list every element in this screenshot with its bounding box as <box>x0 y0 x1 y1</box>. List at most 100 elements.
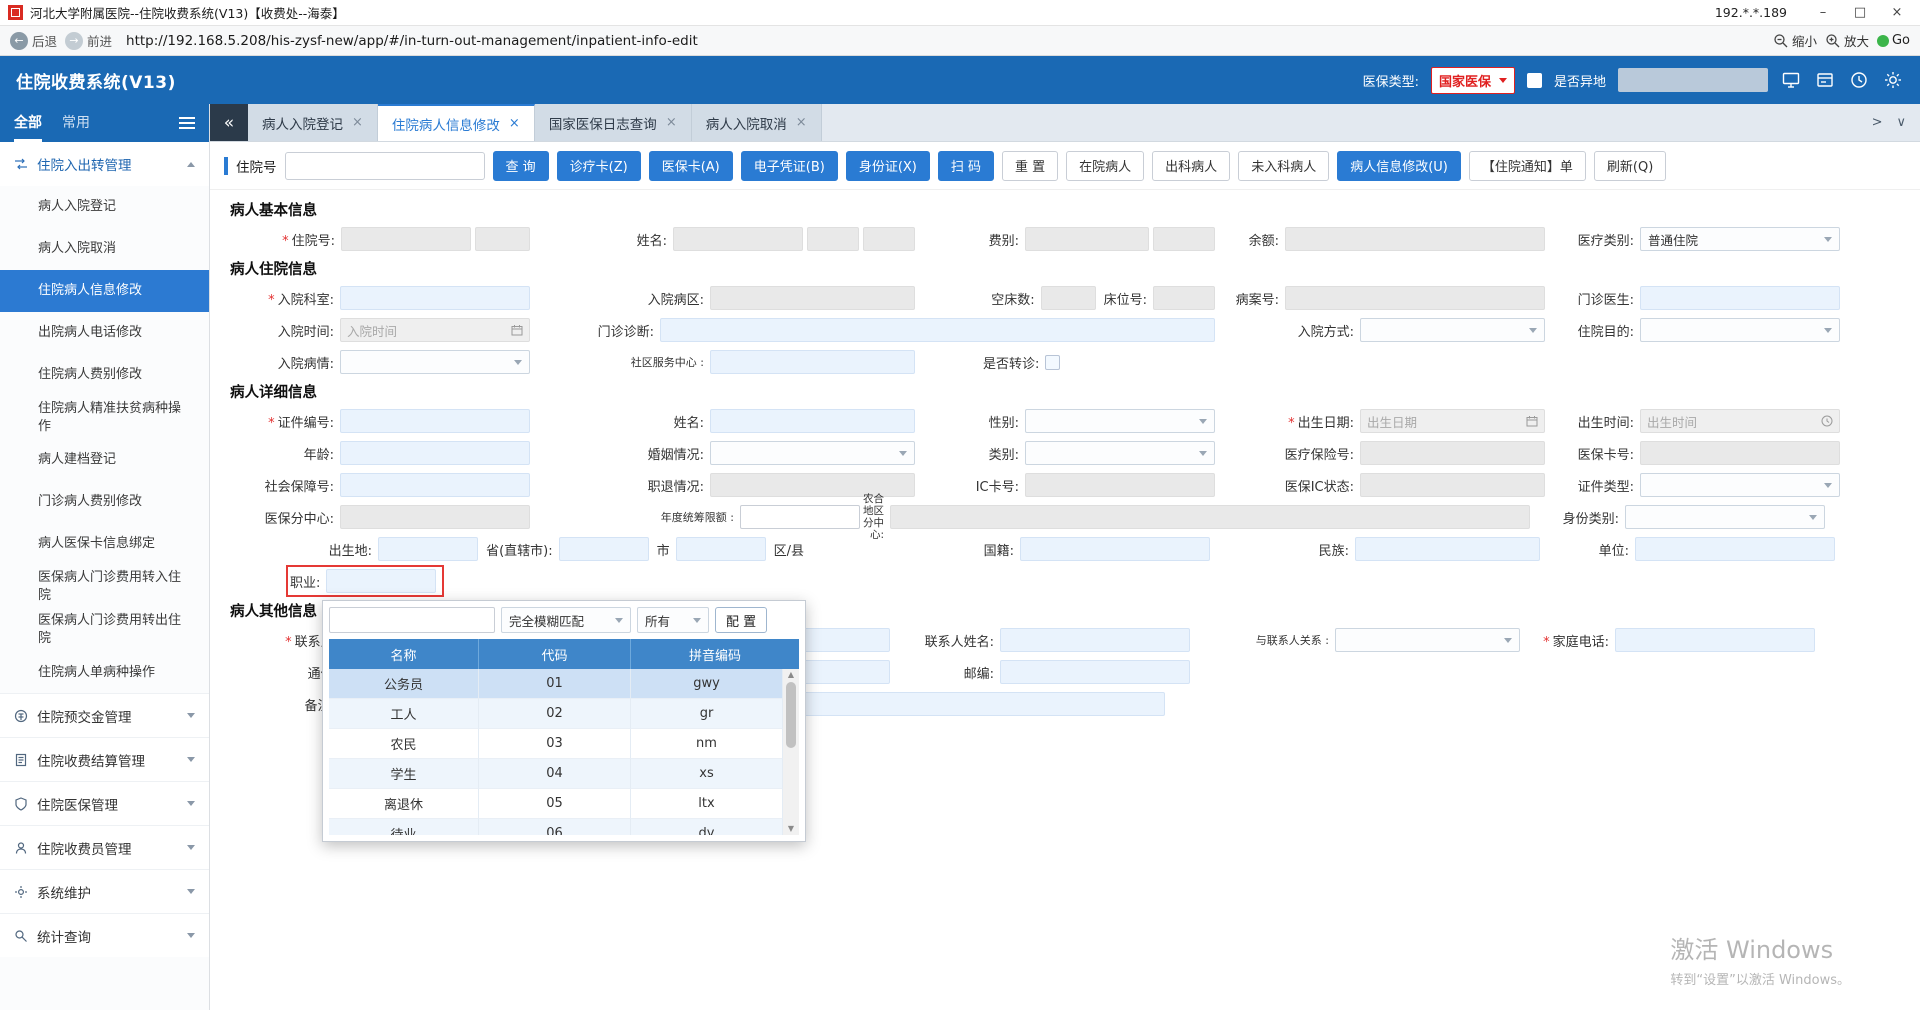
tab-insurance-log-query[interactable]: 国家医保日志查询 × <box>534 104 692 141</box>
clinic-card-button[interactable]: 诊疗卡(Z) <box>556 150 641 181</box>
sidebar-group-deposit-mgmt[interactable]: 住院预交金管理 <box>0 693 209 738</box>
insurance-no-field[interactable] <box>1360 441 1545 465</box>
patient-info-edit-button[interactable]: 病人信息修改(U) <box>1337 150 1461 181</box>
occupation-row[interactable]: 待业06dy <box>329 819 783 835</box>
column-header-code[interactable]: 代码 <box>479 639 631 669</box>
occupation-field[interactable] <box>326 569 437 593</box>
balance-field[interactable] <box>1285 227 1545 251</box>
sidebar-group-system-maintenance[interactable]: 系统维护 <box>0 869 209 914</box>
document-icon[interactable] <box>1814 69 1836 91</box>
nationality-field[interactable] <box>1020 537 1210 561</box>
insurance-type-select[interactable]: 国家医保 <box>1430 66 1515 94</box>
empty-beds-field[interactable] <box>1040 286 1096 310</box>
tab-admission-register[interactable]: 病人入院登记 × <box>248 104 378 141</box>
birth-place-field[interactable] <box>378 537 479 561</box>
tab-list-icon[interactable]: ∨ <box>1896 115 1906 130</box>
e-certificate-button[interactable]: 电子凭证(B) <box>740 150 838 181</box>
postcode-field[interactable] <box>1000 660 1190 684</box>
admit-condition-select[interactable] <box>340 350 530 374</box>
filter-select[interactable]: 所有 <box>637 607 709 633</box>
minimize-button[interactable]: – <box>1808 5 1838 20</box>
column-header-pinyin[interactable]: 拼音编码 <box>631 639 799 669</box>
header-input[interactable] <box>1618 68 1768 92</box>
sidebar-item-discharge-phone-edit[interactable]: 出院病人电话修改 <box>0 312 209 354</box>
occupation-row[interactable]: 公务员 01 gwy <box>329 669 783 699</box>
sidebar-item-insurance-card-bind[interactable]: 病人医保卡信息绑定 <box>0 523 209 565</box>
column-header-name[interactable]: 名称 <box>329 639 479 669</box>
in-hospital-patients-button[interactable]: 在院病人 <box>1066 150 1145 181</box>
id-card-button[interactable]: 身份证(X) <box>845 150 930 181</box>
admission-notice-button[interactable]: 【住院通知】单 <box>1468 150 1586 181</box>
unit-field[interactable] <box>1635 537 1835 561</box>
sidebar-group-statistics-query[interactable]: 统计查询 <box>0 913 209 958</box>
sidebar-item-poverty-assist-op[interactable]: 住院病人精准扶贫病种操作 <box>0 396 209 439</box>
sidebar-group-settlement-mgmt[interactable]: 住院收费结算管理 <box>0 737 209 782</box>
match-mode-select[interactable]: 完全模糊匹配 <box>501 607 631 633</box>
age-field[interactable] <box>340 441 530 465</box>
sidebar-item-patient-record-register[interactable]: 病人建档登记 <box>0 439 209 481</box>
popup-scrollbar[interactable]: ▲ ▼ <box>783 669 799 835</box>
not-in-dept-patients-button[interactable]: 未入科病人 <box>1238 150 1330 181</box>
annual-limit-field[interactable] <box>740 505 860 529</box>
fee-type-field[interactable] <box>1025 227 1149 251</box>
ethnicity-field[interactable] <box>1355 537 1540 561</box>
birth-date-field[interactable]: 出生日期 <box>1360 409 1545 433</box>
close-tab-icon[interactable]: × <box>509 116 520 131</box>
close-button[interactable]: × <box>1882 5 1912 20</box>
close-tab-icon[interactable]: × <box>666 115 677 130</box>
contact-name-field[interactable] <box>1000 628 1190 652</box>
identity-type-select[interactable] <box>1625 505 1825 529</box>
community-center-field[interactable] <box>710 350 915 374</box>
remote-checkbox[interactable] <box>1526 72 1542 88</box>
sidebar-item-admission-cancel[interactable]: 病人入院取消 <box>0 228 209 270</box>
history-icon[interactable] <box>1848 69 1870 91</box>
refresh-button[interactable]: 刷新(Q) <box>1593 150 1667 181</box>
workstation-icon[interactable] <box>1780 69 1802 91</box>
patient-name-sub1-field[interactable] <box>807 227 859 251</box>
gender-select[interactable] <box>1025 409 1215 433</box>
sidebar-item-outpatient-fee-transfer-out[interactable]: 医保病人门诊费用转出住院 <box>0 608 209 651</box>
reset-button[interactable]: 重 置 <box>1002 150 1059 181</box>
tab-inpatient-info-edit[interactable]: 住院病人信息修改 × <box>377 104 535 141</box>
zoom-in-button[interactable]: 放大 <box>1825 31 1869 50</box>
occupation-row[interactable]: 学生 04 xs <box>329 759 783 789</box>
social-security-no-field[interactable] <box>340 473 530 497</box>
outpatient-doctor-field[interactable] <box>1640 286 1840 310</box>
birth-time-field[interactable]: 出生时间 <box>1640 409 1840 433</box>
url-text[interactable]: http://192.168.5.208/his-zysf-new/app/#/… <box>126 33 1765 49</box>
case-no-field[interactable] <box>1285 286 1545 310</box>
sidebar-item-single-disease-op[interactable]: 住院病人单病种操作 <box>0 651 209 693</box>
sidebar-item-outpatient-fee-edit[interactable]: 门诊病人费别修改 <box>0 481 209 523</box>
insurance-card-button[interactable]: 医保卡(A) <box>648 150 733 181</box>
city-field[interactable] <box>675 537 766 561</box>
sidebar-tab-common[interactable]: 常用 <box>62 104 90 142</box>
category-select[interactable] <box>1025 441 1215 465</box>
back-button[interactable]: ← 后退 <box>10 31 57 50</box>
close-tab-icon[interactable]: × <box>796 115 807 130</box>
settings-icon[interactable] <box>1882 69 1904 91</box>
tab-scroll-right-icon[interactable]: > <box>1872 115 1883 130</box>
contact-relation-select[interactable] <box>1335 628 1520 652</box>
cert-type-select[interactable] <box>1640 473 1840 497</box>
fee-type-sub-field[interactable] <box>1153 227 1215 251</box>
is-referral-checkbox[interactable] <box>1045 354 1061 370</box>
province-field[interactable] <box>558 537 649 561</box>
sidebar-group-in-out-transfer[interactable]: 住院入出转管理 <box>0 142 209 186</box>
occupation-row[interactable]: 离退休 05 ltx <box>329 789 783 819</box>
zoom-out-button[interactable]: 缩小 <box>1773 31 1817 50</box>
admit-purpose-select[interactable] <box>1640 318 1840 342</box>
sidebar-item-inpatient-info-edit[interactable]: 住院病人信息修改 <box>0 270 209 312</box>
rural-center-field[interactable] <box>890 505 1530 529</box>
sidebar-tab-all[interactable]: 全部 <box>14 104 42 142</box>
outpatient-diagnosis-field[interactable] <box>660 318 1215 342</box>
forward-button[interactable]: → 前进 <box>65 31 112 50</box>
inpatient-no-field[interactable] <box>341 227 471 251</box>
admit-dept-field[interactable] <box>340 286 530 310</box>
insurance-center-field[interactable] <box>340 505 530 529</box>
patient-name-sub2-field[interactable] <box>863 227 915 251</box>
query-button[interactable]: 查 询 <box>492 150 549 181</box>
maximize-button[interactable]: □ <box>1845 5 1875 20</box>
medical-category-select[interactable]: 普通住院 <box>1640 227 1840 251</box>
sidebar-group-cashier-mgmt[interactable]: 住院收费员管理 <box>0 825 209 870</box>
sidebar-item-fee-type-edit[interactable]: 住院病人费别修改 <box>0 354 209 396</box>
